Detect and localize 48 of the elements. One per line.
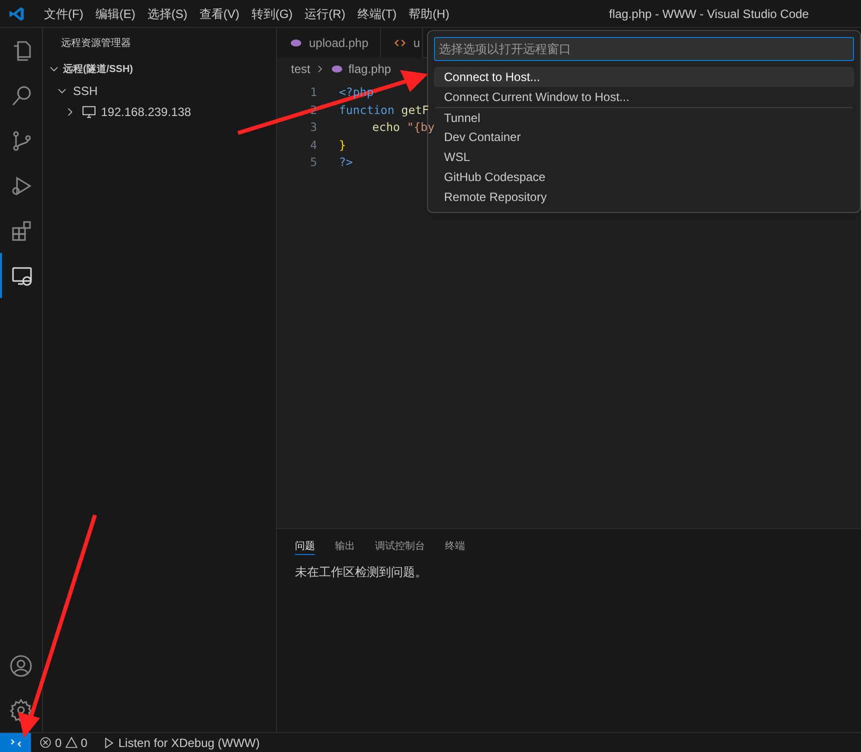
menu-item[interactable]: 编辑(E) [89, 4, 142, 22]
editor-tab[interactable]: upload.php [277, 28, 382, 58]
line-number: 3 [309, 119, 318, 136]
settings-icon[interactable] [9, 698, 33, 722]
code-line: function getF [339, 102, 429, 119]
problems-button[interactable]: 0 0 [39, 734, 88, 752]
line-number: 1 [309, 84, 318, 102]
error-icon [39, 736, 52, 749]
menu-item[interactable]: 选择(S) [141, 4, 194, 22]
panel-tab[interactable]: 终端 [445, 537, 465, 555]
breadcrumb-item[interactable]: flag.php [348, 60, 392, 78]
breadcrumb-item[interactable]: test [291, 60, 310, 78]
editor-tab[interactable]: u [381, 28, 424, 58]
line-number: 5 [309, 154, 318, 172]
tree-item[interactable]: 192.168.239.138 [43, 101, 276, 122]
search-field[interactable]: 选择选项以打开远程窗口 [434, 37, 854, 61]
sidebar-title: 远程资源管理器 [61, 36, 131, 50]
menu-item[interactable]: 文件(F) [38, 4, 90, 22]
quick-pick-item[interactable]: Connect to Host... [434, 67, 854, 87]
code-line: echo "{by [371, 119, 435, 136]
menu-item[interactable]: 查看(V) [193, 4, 246, 22]
line-number: 4 [309, 136, 318, 154]
remote-button[interactable] [0, 732, 31, 752]
quick-pick-item[interactable]: Tunnel [434, 107, 854, 127]
menu-item[interactable]: 终端(T) [351, 4, 403, 22]
menu-item[interactable]: 转到(G) [245, 4, 299, 22]
account-icon[interactable] [9, 654, 33, 678]
vscode-logo-icon [8, 4, 26, 22]
extensions-icon [10, 218, 34, 242]
debug-button[interactable]: Listen for XDebug (WWW) [101, 734, 260, 752]
panel-tab[interactable]: 问题 [295, 537, 315, 555]
window-title: flag.php - WWW - Visual Studio Code [609, 6, 809, 22]
menu-item[interactable]: 运行(R) [298, 4, 352, 22]
quick-pick-item[interactable]: GitHub Codespace [434, 167, 854, 187]
warning-icon [64, 736, 78, 749]
menu-item[interactable]: 帮助(H) [402, 4, 456, 22]
quick-pick-item[interactable]: Dev Container [434, 127, 854, 147]
panel-tab[interactable]: 输出 [335, 537, 355, 555]
quick-pick-item[interactable]: Remote Repository [434, 187, 854, 207]
code-line: ?> [339, 154, 353, 172]
monitor-icon [81, 104, 97, 120]
tree-item[interactable]: SSH [43, 80, 276, 101]
panel-tab[interactable]: 调试控制台 [375, 537, 425, 555]
quick-pick-item[interactable]: WSL [434, 147, 854, 167]
quick-pick-item[interactable]: Connect Current Window to Host... [434, 87, 854, 107]
code-line: } [339, 136, 346, 154]
section-header[interactable]: 远程(隧道/SSH) [43, 58, 276, 80]
panel-message: 未在工作区检测到问题。 [295, 564, 428, 581]
